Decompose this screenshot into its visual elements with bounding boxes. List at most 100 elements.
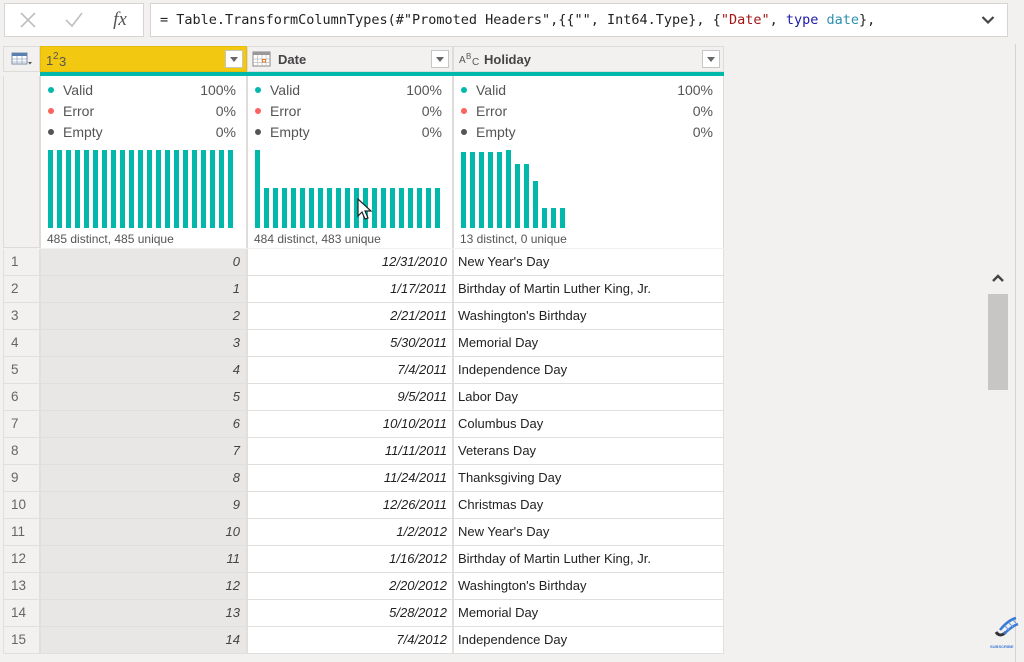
scroll-up-button[interactable] — [987, 262, 1008, 294]
histogram-bar[interactable] — [183, 150, 188, 228]
date-type-icon[interactable] — [252, 50, 278, 68]
vertical-scrollbar[interactable] — [987, 262, 1008, 662]
histogram-bar[interactable] — [48, 150, 53, 228]
row-number[interactable]: 13 — [3, 573, 40, 600]
holiday-cell[interactable]: Independence Day — [453, 627, 724, 654]
holiday-cell[interactable]: New Year's Day — [453, 519, 724, 546]
histogram-bar[interactable] — [75, 150, 80, 228]
row-number[interactable]: 2 — [3, 276, 40, 303]
histogram-bar[interactable] — [506, 150, 511, 228]
histogram-bar[interactable] — [542, 208, 547, 228]
column-header-holiday[interactable]: ABC Holiday — [453, 46, 724, 72]
table-menu-button[interactable] — [3, 46, 40, 72]
holiday-cell[interactable]: Memorial Day — [453, 330, 724, 357]
histogram-bar[interactable] — [273, 188, 278, 228]
histogram-bar[interactable] — [515, 164, 520, 228]
histogram-bar[interactable] — [228, 150, 233, 228]
index-cell[interactable]: 3 — [40, 330, 247, 357]
holiday-cell[interactable]: Washington's Birthday — [453, 303, 724, 330]
histogram-bar[interactable] — [156, 150, 161, 228]
holiday-cell[interactable]: Labor Day — [453, 384, 724, 411]
histogram-bar[interactable] — [426, 188, 431, 228]
index-cell[interactable]: 11 — [40, 546, 247, 573]
row-number[interactable]: 5 — [3, 357, 40, 384]
histogram-bar[interactable] — [147, 150, 152, 228]
histogram-bar[interactable] — [264, 188, 269, 228]
histogram-bar[interactable] — [57, 150, 62, 228]
histogram-bar[interactable] — [192, 150, 197, 228]
histogram-bar[interactable] — [129, 150, 134, 228]
holiday-cell[interactable]: Washington's Birthday — [453, 573, 724, 600]
scrollbar-thumb[interactable] — [988, 294, 1008, 390]
histogram-bar[interactable] — [435, 188, 440, 228]
index-cell[interactable]: 9 — [40, 492, 247, 519]
date-cell[interactable]: 1/2/2012 — [247, 519, 453, 546]
histogram-bar[interactable] — [84, 150, 89, 228]
expand-formula-button[interactable] — [975, 4, 1001, 36]
histogram-bar[interactable] — [336, 188, 341, 228]
date-cell[interactable]: 5/30/2011 — [247, 330, 453, 357]
holiday-cell[interactable]: Veterans Day — [453, 438, 724, 465]
histogram-bar[interactable] — [345, 188, 350, 228]
histogram-bar[interactable] — [488, 152, 493, 228]
histogram-bar[interactable] — [461, 152, 466, 228]
histogram-bar[interactable] — [399, 188, 404, 228]
date-cell[interactable]: 1/16/2012 — [247, 546, 453, 573]
histogram-bar[interactable] — [551, 208, 556, 228]
histogram-bar[interactable] — [255, 150, 260, 228]
index-cell[interactable]: 8 — [40, 465, 247, 492]
column-filter-dropdown[interactable] — [702, 50, 720, 68]
index-cell[interactable]: 2 — [40, 303, 247, 330]
holiday-cell[interactable]: Memorial Day — [453, 600, 724, 627]
histogram-bar[interactable] — [309, 188, 314, 228]
histogram-bar[interactable] — [111, 150, 116, 228]
row-number[interactable]: 9 — [3, 465, 40, 492]
text-type-icon[interactable]: ABC — [458, 50, 484, 68]
histogram-bar[interactable] — [560, 208, 565, 228]
date-cell[interactable]: 7/4/2011 — [247, 357, 453, 384]
insert-function-button[interactable]: fx — [97, 4, 143, 36]
date-cell[interactable]: 12/31/2010 — [247, 249, 453, 276]
histogram-bar[interactable] — [479, 152, 484, 228]
histogram-bar[interactable] — [219, 150, 224, 228]
histogram-bar[interactable] — [138, 150, 143, 228]
cancel-button[interactable] — [5, 4, 51, 36]
column-filter-dropdown[interactable] — [225, 50, 243, 68]
whole-number-type-icon[interactable]: 123 — [45, 50, 71, 68]
holiday-cell[interactable]: Christmas Day — [453, 492, 724, 519]
histogram-bar[interactable] — [165, 150, 170, 228]
histogram-bar[interactable] — [318, 188, 323, 228]
holiday-cell[interactable]: New Year's Day — [453, 249, 724, 276]
row-number[interactable]: 6 — [3, 384, 40, 411]
row-number[interactable]: 7 — [3, 411, 40, 438]
histogram-bar[interactable] — [93, 150, 98, 228]
date-cell[interactable]: 9/5/2011 — [247, 384, 453, 411]
holiday-cell[interactable]: Birthday of Martin Luther King, Jr. — [453, 276, 724, 303]
date-cell[interactable]: 2/20/2012 — [247, 573, 453, 600]
histogram-bar[interactable] — [524, 164, 529, 228]
date-cell[interactable]: 7/4/2012 — [247, 627, 453, 654]
holiday-cell[interactable]: Independence Day — [453, 357, 724, 384]
holiday-cell[interactable]: Columbus Day — [453, 411, 724, 438]
holiday-cell[interactable]: Birthday of Martin Luther King, Jr. — [453, 546, 724, 573]
index-cell[interactable]: 7 — [40, 438, 247, 465]
histogram-bar[interactable] — [102, 150, 107, 228]
date-cell[interactable]: 5/28/2012 — [247, 600, 453, 627]
formula-input[interactable]: = Table.TransformColumnTypes(#"Promoted … — [150, 3, 1008, 37]
row-number[interactable]: 3 — [3, 303, 40, 330]
index-cell[interactable]: 10 — [40, 519, 247, 546]
histogram-bar[interactable] — [417, 188, 422, 228]
date-cell[interactable]: 10/10/2011 — [247, 411, 453, 438]
index-cell[interactable]: 12 — [40, 573, 247, 600]
histogram-bar[interactable] — [210, 150, 215, 228]
index-cell[interactable]: 5 — [40, 384, 247, 411]
index-cell[interactable]: 4 — [40, 357, 247, 384]
histogram-bar[interactable] — [120, 150, 125, 228]
histogram-bar[interactable] — [390, 188, 395, 228]
histogram-bar[interactable] — [201, 150, 206, 228]
date-cell[interactable]: 11/24/2011 — [247, 465, 453, 492]
histogram-bar[interactable] — [497, 152, 502, 228]
histogram-bar[interactable] — [300, 188, 305, 228]
row-number[interactable]: 1 — [3, 249, 40, 276]
histogram-bar[interactable] — [66, 150, 71, 228]
